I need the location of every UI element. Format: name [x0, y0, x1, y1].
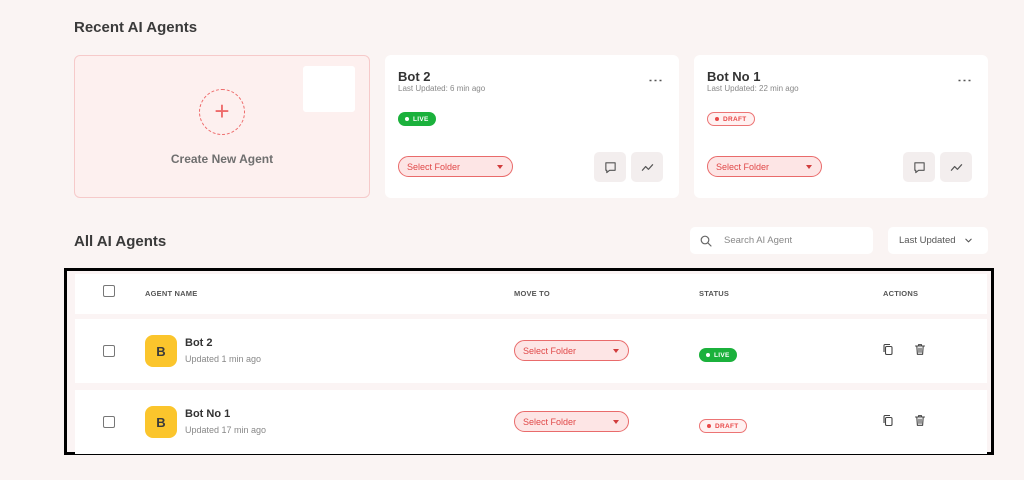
recent-agent-card[interactable]: Bot No 1 Last Updated: 22 min ago ⋮ DRAF…: [694, 55, 988, 198]
caret-down-icon: [613, 348, 619, 353]
header-status: STATUS: [699, 289, 730, 298]
header-move-to: MOVE TO: [514, 289, 550, 298]
status-badge: DRAFT: [707, 112, 755, 126]
recent-agent-card[interactable]: Bot 2 Last Updated: 6 min ago ⋮ LIVE Sel…: [385, 55, 679, 198]
row-checkbox[interactable]: [103, 416, 115, 428]
row-checkbox[interactable]: [103, 345, 115, 357]
header-actions: ACTIONS: [883, 289, 919, 298]
header-agent-name: AGENT NAME: [145, 289, 198, 298]
analytics-button[interactable]: [940, 152, 972, 182]
card-placeholder-tile: [303, 66, 355, 112]
chevron-down-icon: [964, 238, 972, 243]
agent-card-updated: Last Updated: 6 min ago: [398, 84, 486, 93]
chat-icon: [913, 161, 925, 173]
create-new-agent-card[interactable]: + Create New Agent: [74, 55, 370, 198]
status-badge: DRAFT: [699, 419, 747, 433]
all-agents-title: All AI Agents: [74, 233, 167, 250]
agent-name[interactable]: Bot 2: [185, 337, 213, 349]
agents-table: AGENT NAME MOVE TO STATUS ACTIONS B Bot …: [64, 268, 994, 455]
agent-updated: Updated 1 min ago: [185, 354, 262, 364]
delete-button[interactable]: [914, 414, 926, 432]
status-badge: LIVE: [699, 348, 737, 362]
kebab-menu-icon[interactable]: ⋮: [647, 73, 664, 88]
plus-icon[interactable]: +: [199, 89, 245, 135]
agent-name[interactable]: Bot No 1: [185, 408, 230, 420]
select-all-checkbox[interactable]: [103, 285, 115, 297]
caret-down-icon: [497, 164, 503, 169]
analytics-icon: [641, 163, 653, 171]
analytics-button[interactable]: [631, 152, 663, 182]
copy-button[interactable]: [882, 343, 894, 361]
search-icon: [700, 235, 712, 247]
status-badge: LIVE: [398, 112, 436, 126]
copy-icon: [883, 343, 893, 356]
delete-button[interactable]: [914, 343, 926, 361]
avatar: B: [145, 406, 177, 438]
caret-down-icon: [613, 419, 619, 424]
chat-button[interactable]: [903, 152, 935, 182]
table-header: AGENT NAME MOVE TO STATUS ACTIONS: [75, 274, 987, 314]
recent-agents-title: Recent AI Agents: [74, 19, 198, 36]
trash-icon: [914, 415, 926, 426]
avatar: B: [145, 335, 177, 367]
chat-button[interactable]: [594, 152, 626, 182]
select-folder-dropdown[interactable]: Select Folder: [398, 156, 513, 177]
agent-card-updated: Last Updated: 22 min ago: [707, 84, 799, 93]
agent-card-name: Bot 2: [398, 69, 431, 84]
create-new-agent-label: Create New Agent: [170, 152, 274, 166]
select-folder-dropdown[interactable]: Select Folder: [707, 156, 822, 177]
trash-icon: [914, 344, 926, 355]
analytics-icon: [950, 163, 962, 171]
select-folder-dropdown[interactable]: Select Folder: [514, 411, 629, 432]
copy-icon: [883, 414, 893, 427]
sort-dropdown[interactable]: Last Updated: [888, 227, 988, 254]
agent-card-name: Bot No 1: [707, 69, 761, 84]
kebab-menu-icon[interactable]: ⋮: [956, 73, 973, 88]
caret-down-icon: [806, 164, 812, 169]
sort-label: Last Updated: [899, 235, 956, 246]
chat-icon: [604, 161, 616, 173]
agent-updated: Updated 17 min ago: [185, 425, 267, 435]
copy-button[interactable]: [882, 414, 894, 432]
table-row[interactable]: B Bot 2 Updated 1 min ago Select Folder …: [75, 319, 987, 383]
search-input[interactable]: [724, 235, 854, 246]
table-row[interactable]: B Bot No 1 Updated 17 min ago Select Fol…: [75, 390, 987, 454]
search-box[interactable]: [690, 227, 873, 254]
select-folder-dropdown[interactable]: Select Folder: [514, 340, 629, 361]
